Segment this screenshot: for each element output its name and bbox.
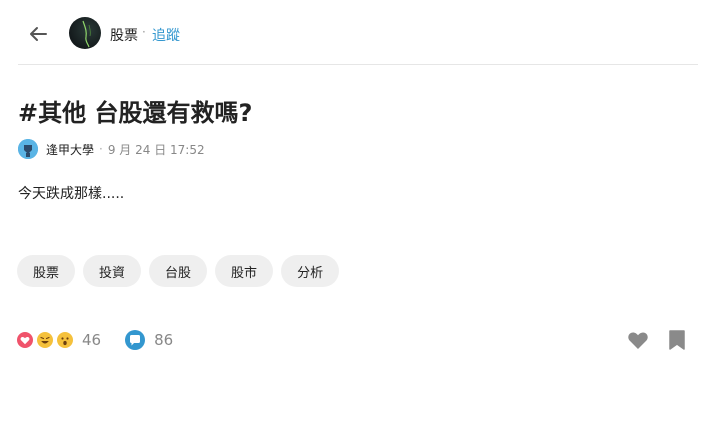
tag-list: 股票 投資 台股 股市 分析 (17, 255, 340, 287)
author-avatar[interactable] (18, 139, 38, 159)
board-name[interactable]: 股票 (110, 25, 138, 45)
meta-separator: · (99, 142, 103, 156)
comment-count: 86 (154, 331, 174, 349)
post-body: 今天跌成那樣..... (18, 186, 125, 202)
like-button[interactable] (627, 330, 649, 350)
post-timestamp: 9 月 24 日 17:52 (107, 142, 205, 157)
back-button[interactable] (26, 22, 50, 46)
board-avatar-image (82, 20, 91, 48)
tag-stock-market[interactable]: 股市 (215, 255, 274, 287)
reaction-count: 46 (82, 331, 102, 349)
laugh-reaction-icon (35, 330, 55, 350)
board-avatar[interactable] (69, 17, 101, 49)
tag-taiwan-stocks[interactable]: 台股 (149, 255, 208, 287)
reaction-summary[interactable] (15, 329, 79, 351)
tag-investment[interactable]: 投資 (83, 255, 142, 287)
header-separator: · (142, 25, 146, 39)
comment-icon[interactable] (124, 329, 146, 351)
tag-analysis[interactable]: 分析 (281, 255, 340, 287)
post-title: #其他 台股還有救嗎? (18, 99, 253, 127)
author-name[interactable]: 逢甲大學 (46, 141, 94, 158)
follow-button[interactable]: 追蹤 (152, 25, 180, 45)
header-divider (18, 64, 698, 65)
post-stats: 46 86 (15, 329, 174, 351)
surprised-reaction-icon (55, 330, 75, 350)
post-meta: 逢甲大學 · 9 月 24 日 17:52 (18, 139, 205, 159)
heart-icon (628, 332, 648, 349)
bookmark-button[interactable] (668, 329, 686, 351)
school-avatar-icon (18, 139, 38, 159)
heart-reaction-icon (15, 330, 35, 350)
tag-stocks[interactable]: 股票 (17, 255, 76, 287)
bookmark-icon (669, 330, 685, 350)
post-header: 股票 · 追蹤 (0, 0, 718, 65)
back-arrow-icon (30, 27, 47, 41)
